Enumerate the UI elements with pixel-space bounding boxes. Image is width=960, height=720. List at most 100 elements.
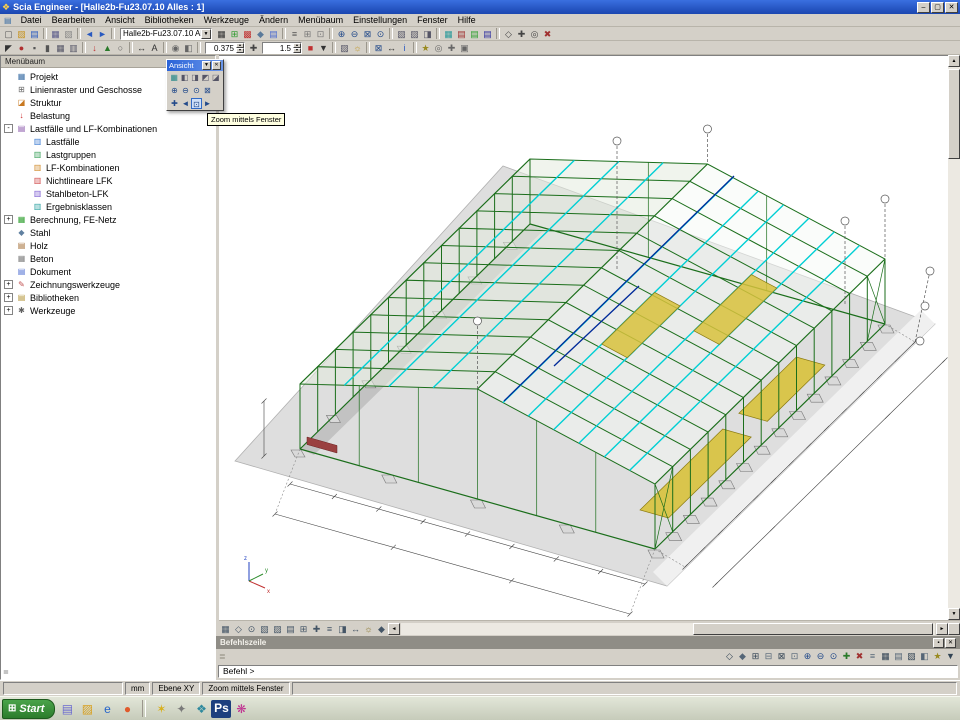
status-units[interactable]: mm [125,682,150,695]
redo-icon[interactable]: ► [96,28,109,40]
hscroll-track[interactable] [401,623,935,635]
app-utility-icon[interactable]: ✦ [171,700,191,718]
grid-icon[interactable]: ⊞ [301,28,314,40]
scale-apply-icon[interactable]: ✚ [247,42,260,54]
wire-mode-icon[interactable]: ▧ [258,623,271,635]
color-dropdown-icon[interactable]: ▼ [317,42,330,54]
photoshop-icon[interactable]: Ps [211,700,231,718]
axis-toggle-icon[interactable]: ✚ [310,623,323,635]
tree-item-stahlbeton-lfk[interactable]: ▥Stahlbeton-LFK [1,187,215,200]
tree-item-lf-kombinationen[interactable]: ▥LF-Kombinationen [1,161,215,174]
panel-grip-icon[interactable]: ≣ [3,669,13,677]
cmd-favorite-icon[interactable]: ★ [931,650,944,662]
tree-item-dokument[interactable]: ▤Dokument [1,265,215,278]
menu-werkzeuge[interactable]: Werkzeuge [199,14,254,26]
column-icon[interactable]: ▮ [41,42,54,54]
menu-bibliotheken[interactable]: Bibliotheken [140,14,199,26]
close-button[interactable]: ✕ [945,2,958,13]
cmd-half-icon[interactable]: ◧ [918,650,931,662]
cmd-mesh-icon[interactable]: ▦ [879,650,892,662]
light-icon[interactable]: ☼ [351,42,364,54]
render-mode-icon[interactable]: ▨ [338,42,351,54]
tree-item-zeichnungswerkzeuge[interactable]: +✎Zeichnungswerkzeuge [1,278,215,291]
tree-item-ergebnisklassen[interactable]: ▥Ergebnisklassen [1,200,215,213]
view-yz-icon[interactable]: ▤ [481,28,494,40]
rotate-icon[interactable]: ◎ [528,28,541,40]
menu-hilfe[interactable]: Hilfe [453,14,481,26]
menu-ansicht[interactable]: Ansicht [100,14,140,26]
menu-datei[interactable]: Datei [16,14,47,26]
wireframe-icon[interactable]: ▧ [395,28,408,40]
scroll-right-icon[interactable]: ► [936,623,948,635]
scroll-up-icon[interactable]: ▲ [948,55,960,67]
menu-aendern[interactable]: Ändern [254,14,293,26]
combo-dropdown-icon[interactable]: ▼ [201,29,211,39]
view-top-icon[interactable]: ◩ [200,72,210,83]
scroll-down-icon[interactable]: ▼ [948,608,960,620]
command-input[interactable]: Befehl > [218,665,958,678]
render-toggle-icon[interactable]: ◨ [336,623,349,635]
expand-icon[interactable]: + [4,306,13,315]
move-icon[interactable]: ✚ [515,28,528,40]
menu-einstellungen[interactable]: Einstellungen [348,14,412,26]
hidden-lines-icon[interactable]: ◨ [421,28,434,40]
favorites-icon[interactable]: ★ [419,42,432,54]
zoom-out-icon[interactable]: ⊖ [348,28,361,40]
lights-toggle-icon[interactable]: ☼ [362,623,375,635]
expand-icon[interactable]: + [4,280,13,289]
fe-mesh-icon[interactable]: ⊞ [228,28,241,40]
cmd-select-icon[interactable]: ◇ [723,650,736,662]
vscroll-thumb[interactable] [948,69,960,159]
ansicht-titlebar[interactable]: Ansicht ▼ ✕ [167,60,223,71]
document-icon[interactable]: ▤ [267,28,280,40]
delete-icon[interactable]: ✖ [541,28,554,40]
tree-item-beton[interactable]: ▦Beton [1,252,215,265]
dims-toggle-icon[interactable]: ↔ [349,623,362,635]
text-icon[interactable]: A [148,42,161,54]
new-project-icon[interactable]: ▢ [2,28,15,40]
cmd-hatch-icon[interactable]: ▧ [905,650,918,662]
menu-fenster[interactable]: Fenster [412,14,453,26]
panel-pin-icon[interactable]: ▪ [933,638,944,648]
layers-icon[interactable]: ≡ [288,28,301,40]
member-icon[interactable]: ▪ [28,42,41,54]
ansicht-close-icon[interactable]: ✕ [212,61,221,70]
cmd-more-icon[interactable]: ▼ [944,650,957,662]
view-iso-icon[interactable]: ▦ [169,72,179,83]
measure-icon[interactable]: ↔ [385,42,398,54]
menu-bearbeiten[interactable]: Bearbeiten [47,14,101,26]
load-icon[interactable]: ↓ [88,42,101,54]
view-axo-icon[interactable]: ▦ [442,28,455,40]
tree-item-lastfaelle[interactable]: ▥Lastfälle [1,135,215,148]
save-icon[interactable]: ▤ [28,28,41,40]
minimize-button[interactable]: – [917,2,930,13]
tree-item-werkzeuge[interactable]: +✱Werkzeuge [1,304,215,317]
cmd-collapse-icon[interactable]: ⊟ [762,650,775,662]
target-icon[interactable]: ◎ [432,42,445,54]
cmd-zoom-all-icon[interactable]: ⊙ [827,650,840,662]
scale-down-icon[interactable]: ▼ [236,48,244,53]
open-project-icon[interactable]: ▨ [15,28,28,40]
view-side-icon[interactable]: ◨ [190,72,200,83]
cmd-zoom-in-icon[interactable]: ⊕ [801,650,814,662]
settings-icon[interactable]: ◆ [375,623,388,635]
zoom-out-icon[interactable]: ⊖ [180,85,191,96]
vertical-scrollbar[interactable]: ▲ ▼ [948,55,960,620]
zoom-all-icon[interactable]: ⊙ [191,85,202,96]
cmd-grid-icon[interactable]: ⊞ [749,650,762,662]
cmd-list-icon[interactable]: ≡ [866,650,879,662]
scale-field[interactable]: 0.375 ▲ ▼ [205,42,245,54]
wall-icon[interactable]: ▥ [67,42,80,54]
labels-icon[interactable]: ▤ [284,623,297,635]
collapse-icon[interactable]: - [4,124,13,133]
layer-filter-icon[interactable]: ◧ [182,42,195,54]
rendered-icon[interactable]: ▨ [408,28,421,40]
tree-item-lastfaelle-lf-kombinationen[interactable]: -▤Lastfälle und LF-Kombinationen [1,122,215,135]
grid-toggle-icon[interactable]: ⊞ [297,623,310,635]
expand-icon[interactable]: + [4,215,13,224]
pan-icon[interactable]: ✚ [169,98,180,109]
support-icon[interactable]: ▲ [101,42,114,54]
tree-item-lastgruppen[interactable]: ▥Lastgruppen [1,148,215,161]
tree-item-berechnung-fe-netz[interactable]: +▦Berechnung, FE-Netz [1,213,215,226]
ucs-icon[interactable]: ✚ [445,42,458,54]
